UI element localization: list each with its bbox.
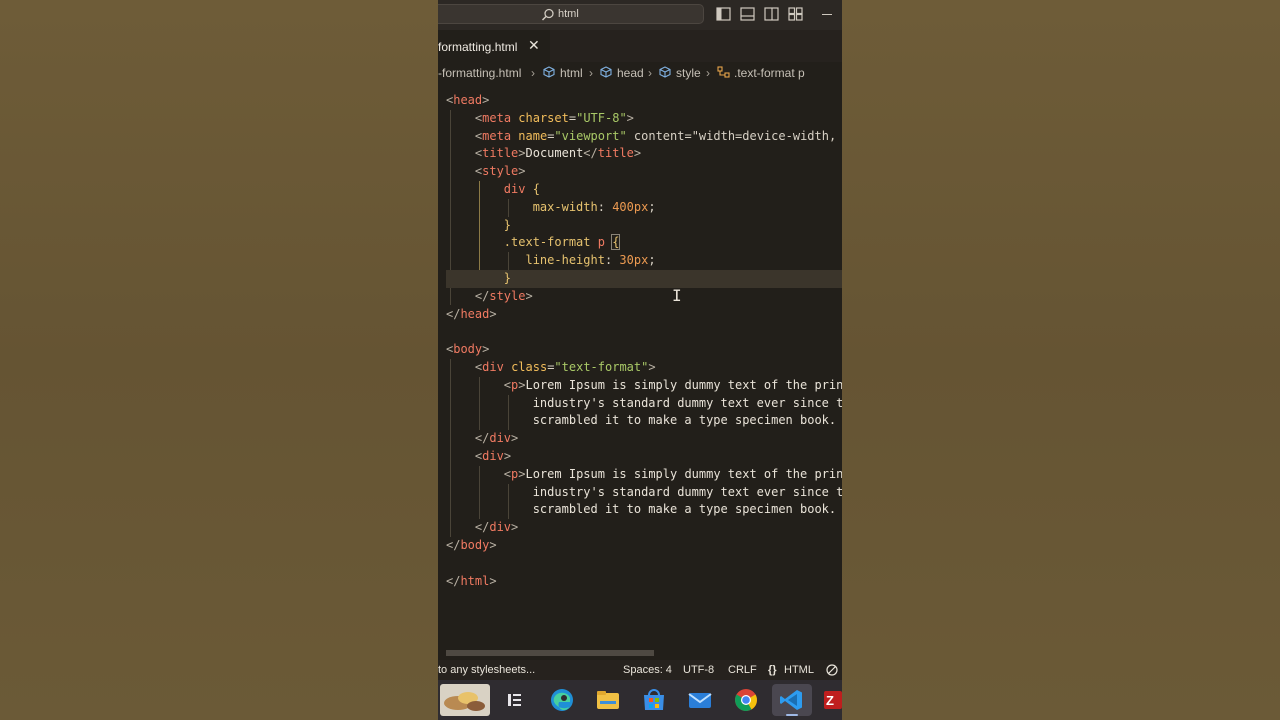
active-indicator xyxy=(786,714,798,716)
text-cursor-icon: I xyxy=(672,286,682,305)
code-line[interactable]: .text-format p { xyxy=(446,234,842,252)
code-line[interactable]: <meta charset="UTF-8"> xyxy=(446,110,842,128)
vscode-window: html formatting.html ✕ -formatting.html xyxy=(438,0,842,720)
css-selector-icon xyxy=(717,66,730,81)
tab-label: formatting.html xyxy=(438,40,518,54)
minimize-icon[interactable] xyxy=(822,14,832,15)
status-encoding[interactable]: UTF-8 xyxy=(683,664,714,676)
code-line[interactable]: <p>Lorem Ipsum is simply dummy text of t… xyxy=(446,377,842,395)
close-icon[interactable]: ✕ xyxy=(528,37,540,54)
status-message: to any stylesheets... xyxy=(438,664,536,676)
status-language[interactable]: HTML xyxy=(784,664,814,676)
code-line[interactable]: max-width: 400px; xyxy=(446,199,842,217)
vscode-icon[interactable] xyxy=(772,684,812,716)
toggle-primary-sidebar-icon[interactable] xyxy=(716,7,731,26)
breadcrumb-item-head[interactable]: head xyxy=(617,66,644,80)
desktop-background-left xyxy=(0,0,438,720)
filezilla-icon[interactable]: Z xyxy=(822,684,842,716)
svg-text:Z: Z xyxy=(826,693,834,708)
edge-icon[interactable] xyxy=(542,684,582,716)
chevron-right-icon: › xyxy=(589,66,593,80)
code-line[interactable]: </div> xyxy=(446,519,842,537)
code-line[interactable]: </body> xyxy=(446,537,842,555)
code-line[interactable]: industry's standard dummy text ever sinc… xyxy=(446,484,842,502)
windows-taskbar: Z xyxy=(438,680,842,720)
code-line[interactable]: div { xyxy=(446,181,842,199)
tab-formatting-html[interactable]: formatting.html ✕ xyxy=(438,30,550,62)
toggle-panel-icon[interactable] xyxy=(740,7,755,26)
breadcrumb-element-icon xyxy=(659,66,671,81)
title-bar: html xyxy=(438,0,842,30)
breadcrumb-item-html[interactable]: html xyxy=(560,66,583,80)
code-line[interactable]: <title>Document</title> xyxy=(446,145,842,163)
chevron-right-icon: › xyxy=(531,66,535,80)
desktop-background-right xyxy=(842,0,1280,720)
toggle-secondary-sidebar-icon[interactable] xyxy=(764,7,779,26)
code-line[interactable]: <p>Lorem Ipsum is simply dummy text of t… xyxy=(446,466,842,484)
chrome-icon[interactable] xyxy=(726,684,766,716)
bell-slash-icon[interactable] xyxy=(826,664,838,679)
tab-bar: formatting.html ✕ xyxy=(438,30,842,62)
breadcrumb-element-icon xyxy=(543,66,555,81)
status-indentation[interactable]: Spaces: 4 xyxy=(623,664,672,676)
code-line[interactable]: scrambled it to make a type specimen boo… xyxy=(446,501,842,519)
file-explorer-icon[interactable] xyxy=(588,684,628,716)
chevron-right-icon: › xyxy=(648,66,652,80)
code-line[interactable]: <style> xyxy=(446,163,842,181)
widgets-icon[interactable] xyxy=(438,684,492,716)
braces-icon: {} xyxy=(768,664,777,676)
mail-icon[interactable] xyxy=(680,684,720,716)
code-line[interactable]: <meta name="viewport" content="width=dev… xyxy=(446,128,842,146)
breadcrumb-element-icon xyxy=(600,66,612,81)
code-line[interactable]: scrambled it to make a type specimen boo… xyxy=(446,412,842,430)
code-line[interactable]: <body> xyxy=(446,341,842,359)
command-center-text: html xyxy=(558,8,579,20)
code-line[interactable]: <div> xyxy=(446,448,842,466)
search-icon xyxy=(541,8,555,27)
customize-layout-icon[interactable] xyxy=(788,7,803,26)
horizontal-scrollbar[interactable] xyxy=(446,650,654,656)
chevron-right-icon: › xyxy=(706,66,710,80)
breadcrumb-item-selector[interactable]: .text-format p xyxy=(734,66,805,80)
code-line[interactable] xyxy=(446,555,842,573)
code-line[interactable]: </style> xyxy=(446,288,842,306)
code-line[interactable] xyxy=(446,323,842,341)
breadcrumb-item-file[interactable]: -formatting.html xyxy=(438,66,521,80)
code-line[interactable]: <div class="text-format"> xyxy=(446,359,842,377)
status-bar: to any stylesheets... Spaces: 4 UTF-8 CR… xyxy=(438,660,842,680)
code-line[interactable]: line-height: 30px; xyxy=(446,252,842,270)
code-line[interactable]: </head> xyxy=(446,306,842,324)
code-line[interactable]: </html> xyxy=(446,573,842,591)
task-view-icon[interactable] xyxy=(495,684,535,716)
code-line[interactable]: industry's standard dummy text ever sinc… xyxy=(446,395,842,413)
microsoft-store-icon[interactable] xyxy=(634,684,674,716)
code-line[interactable]: } xyxy=(446,217,842,235)
status-eol[interactable]: CRLF xyxy=(728,664,757,676)
breadcrumb-item-style[interactable]: style xyxy=(676,66,701,80)
command-center[interactable]: html xyxy=(438,4,704,24)
code-line[interactable]: <head> xyxy=(446,92,842,110)
code-line[interactable]: } xyxy=(446,270,842,288)
breadcrumb: -formatting.html › html › head › style ›… xyxy=(438,64,842,84)
code-editor[interactable]: <head> <meta charset="UTF-8"> <meta name… xyxy=(438,92,842,652)
code-line[interactable]: </div> xyxy=(446,430,842,448)
